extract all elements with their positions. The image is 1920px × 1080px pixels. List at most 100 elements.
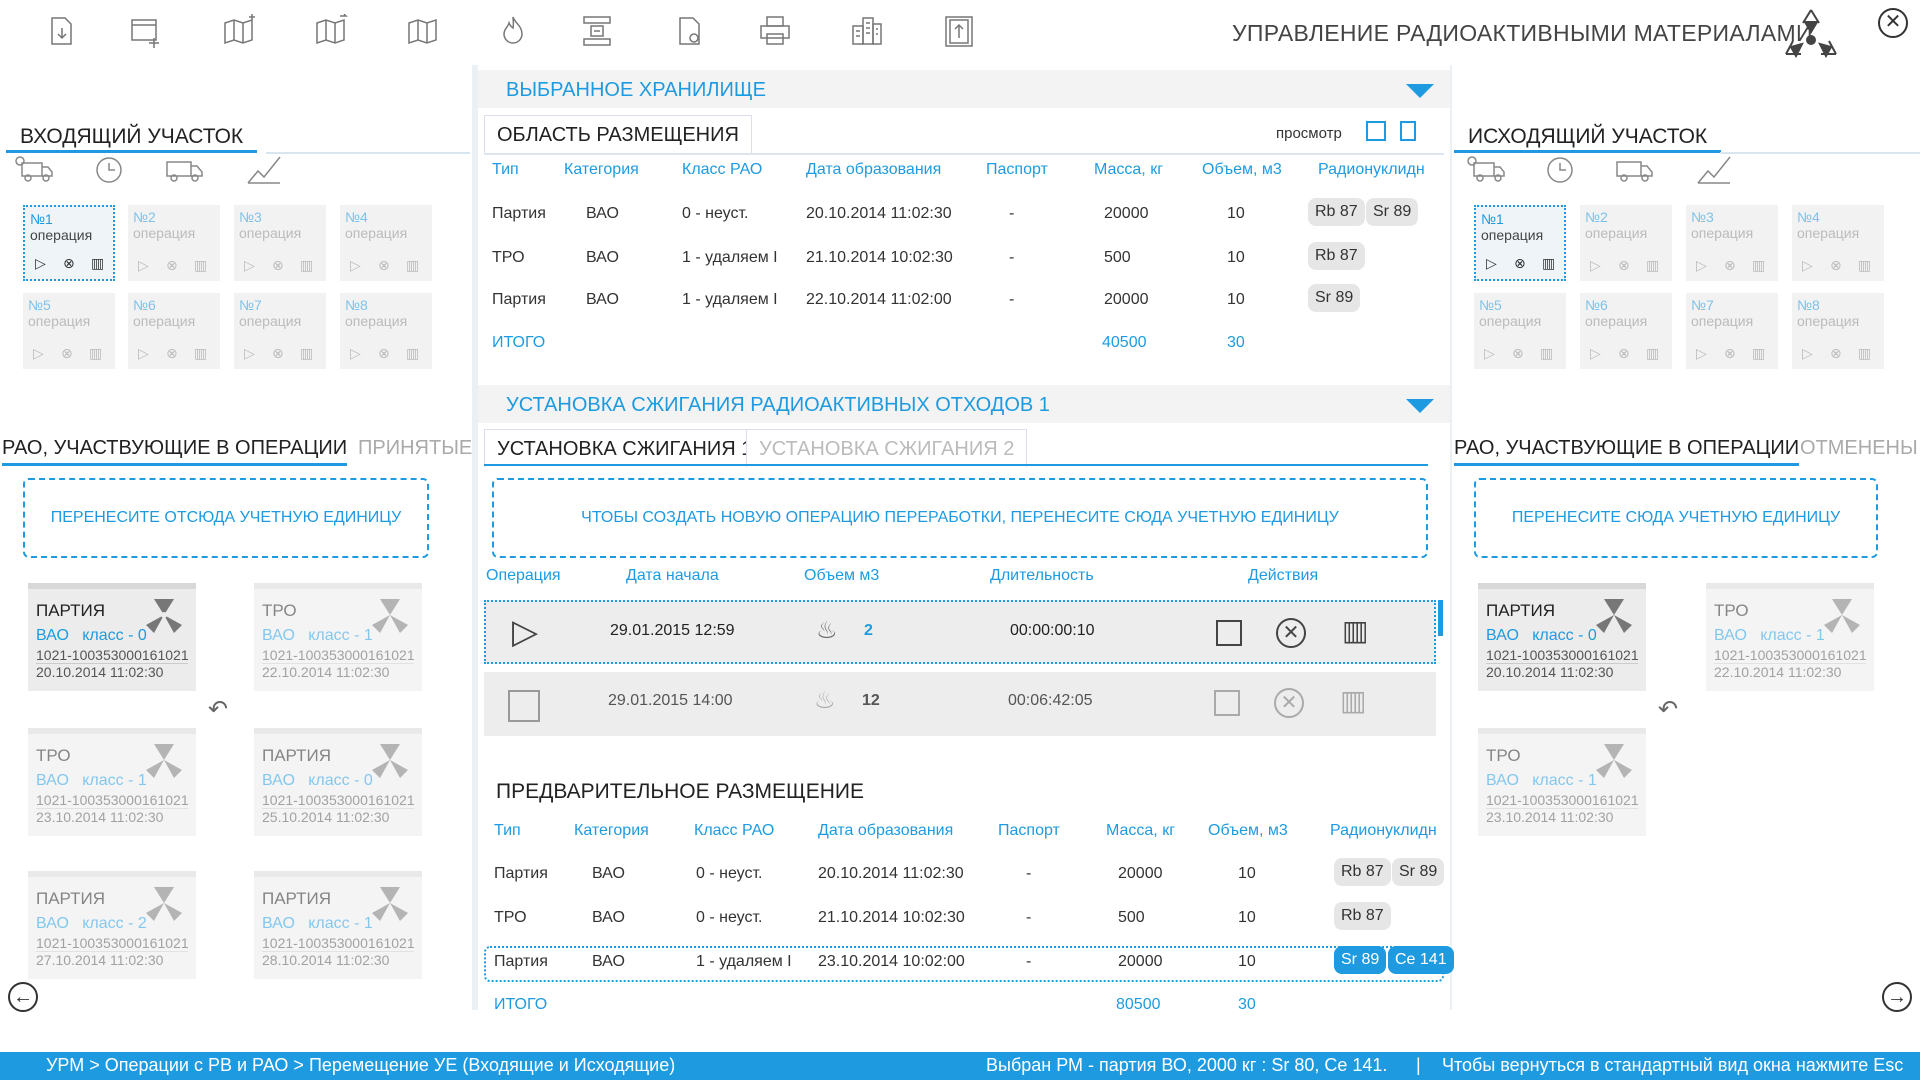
collapse-triangle-icon[interactable] — [1406, 399, 1434, 413]
col-class[interactable]: Класс РАО — [694, 822, 774, 840]
incoming-unit-card[interactable]: ПАРТИЯ ВАО класс - 0 1021-10035300016102… — [254, 728, 422, 836]
incoming-operation-card-3[interactable]: №3 операция ▷ ⊗ ▥ — [234, 205, 326, 281]
col-date[interactable]: Дата образования — [818, 822, 953, 840]
map-icon[interactable] — [406, 14, 440, 48]
cancel-icon[interactable]: ✕ — [1276, 618, 1306, 648]
trash-icon[interactable]: ▥ — [89, 345, 102, 362]
window-add-icon[interactable] — [128, 14, 162, 48]
play-icon[interactable]: ▷ — [33, 345, 44, 362]
cancel-icon[interactable]: ⊗ — [166, 257, 178, 274]
stop-icon[interactable] — [508, 690, 540, 722]
flame-icon[interactable] — [496, 14, 530, 48]
truck-settings-icon[interactable] — [1466, 155, 1506, 185]
play-icon[interactable]: ▷ — [1696, 257, 1707, 274]
incoming-unit-card[interactable]: ПАРТИЯ ВАО класс - 2 1021-10035300016102… — [28, 871, 196, 979]
press-icon[interactable] — [580, 14, 614, 48]
play-icon[interactable]: ▷ — [512, 612, 538, 652]
close-button[interactable]: ✕ — [1878, 8, 1908, 38]
tab-accepted[interactable]: ПРИНЯТЫЕ — [358, 437, 472, 460]
tab-cancelled[interactable]: ОТМЕНЕНЫ — [1800, 437, 1918, 460]
clock-icon[interactable] — [89, 155, 129, 185]
cancel-icon[interactable]: ⊗ — [166, 345, 178, 362]
new-operation-drop-zone[interactable]: ЧТОБЫ СОЗДАТЬ НОВУЮ ОПЕРАЦИЮ ПЕРЕРАБОТКИ… — [492, 478, 1428, 558]
outgoing-unit-card[interactable]: ТРО ВАО класс - 1 1021-100353000161021 2… — [1478, 728, 1646, 836]
trash-icon[interactable]: ▥ — [1646, 257, 1659, 274]
col-duration[interactable]: Длительность — [990, 567, 1094, 585]
incoming-operation-card-8[interactable]: №8 операция ▷ ⊗ ▥ — [340, 293, 432, 369]
col-mass[interactable]: Масса, кг — [1094, 161, 1163, 179]
nuclide-badge[interactable]: Sr 89 — [1366, 198, 1419, 226]
tab-participating-rao[interactable]: РАО, УЧАСТВУЮЩИЕ В ОПЕРАЦИИ — [1454, 437, 1800, 466]
nuclide-badge[interactable]: Rb 87 — [1334, 902, 1391, 930]
incoming-unit-card[interactable]: ПАРТИЯ ВАО класс - 0 1021-10035300016102… — [28, 583, 196, 691]
trash-icon[interactable]: ▥ — [194, 345, 207, 362]
trash-icon[interactable]: ▥ — [1540, 345, 1553, 362]
col-volume-m3[interactable]: Объем м3 — [804, 567, 879, 585]
outgoing-operation-card-1[interactable]: №1 операция ▷ ⊗ ▥ — [1474, 205, 1566, 281]
document-download-icon[interactable] — [44, 14, 78, 48]
trash-icon[interactable]: ▥ — [1752, 345, 1765, 362]
clock-icon[interactable] — [1540, 155, 1580, 185]
incoming-drop-zone[interactable]: ПЕРЕНЕСИТЕ ОТСЮДА УЧЕТНУЮ ЕДИНИЦУ — [23, 478, 429, 558]
play-icon[interactable]: ▷ — [244, 257, 255, 274]
tab-incinerator-1[interactable]: УСТАНОВКА СЖИГАНИЯ 1 — [484, 429, 766, 467]
arrow-left-icon[interactable]: ← — [8, 982, 38, 1012]
incoming-operation-card-4[interactable]: №4 операция ▷ ⊗ ▥ — [340, 205, 432, 281]
col-passport[interactable]: Паспорт — [986, 161, 1048, 179]
trash-icon[interactable]: ▥ — [1858, 257, 1871, 274]
trash-icon[interactable]: ▥ — [1340, 684, 1366, 717]
truck-icon[interactable] — [164, 155, 204, 185]
play-icon[interactable]: ▷ — [1484, 345, 1495, 362]
cancel-icon[interactable]: ⊗ — [1830, 345, 1842, 362]
cancel-icon[interactable]: ⊗ — [1618, 345, 1630, 362]
play-icon[interactable]: ▷ — [244, 345, 255, 362]
play-icon[interactable]: ▷ — [35, 255, 46, 272]
col-radionuclide[interactable]: Радионуклидн — [1318, 161, 1425, 179]
breadcrumb[interactable]: УРМ > Операции с РВ и РАО > Перемещение … — [46, 1055, 675, 1076]
nuclide-badge[interactable]: Rb 87 — [1334, 858, 1391, 886]
incoming-operation-card-7[interactable]: №7 операция ▷ ⊗ ▥ — [234, 293, 326, 369]
printer-icon[interactable] — [758, 14, 792, 48]
col-passport[interactable]: Паспорт — [998, 822, 1060, 840]
list-view-icon[interactable] — [1400, 121, 1416, 141]
play-icon[interactable]: ▷ — [1696, 345, 1707, 362]
incoming-operation-card-1[interactable]: №1 операция ▷ ⊗ ▥ — [23, 205, 115, 281]
trash-icon[interactable]: ▥ — [1542, 255, 1555, 272]
undo-icon[interactable]: ↶ — [1658, 695, 1678, 724]
outgoing-unit-card[interactable]: ТРО ВАО класс - 1 1021-100353000161021 2… — [1706, 583, 1874, 691]
col-category[interactable]: Категория — [574, 822, 649, 840]
map-swap-icon[interactable] — [314, 13, 348, 48]
incoming-operation-card-6[interactable]: №6 операция ▷ ⊗ ▥ — [128, 293, 220, 369]
tab-participating-rao[interactable]: РАО, УЧАСТВУЮЩИЕ В ОПЕРАЦИИ — [2, 437, 348, 466]
nuclide-badge[interactable]: Rb 87 — [1308, 242, 1365, 270]
trash-icon[interactable]: ▥ — [194, 257, 207, 274]
col-actions[interactable]: Действия — [1248, 567, 1318, 585]
trash-icon[interactable]: ▥ — [1858, 345, 1871, 362]
play-icon[interactable]: ▷ — [1802, 345, 1813, 362]
col-date[interactable]: Дата образования — [806, 161, 941, 179]
document-settings-icon[interactable] — [672, 14, 706, 48]
window-add-icon[interactable] — [1216, 620, 1242, 646]
collapse-triangle-icon[interactable] — [1406, 84, 1434, 98]
upload-panel-icon[interactable] — [942, 14, 976, 48]
incoming-operation-card-5[interactable]: №5 операция ▷ ⊗ ▥ — [23, 293, 115, 369]
incinerator-header[interactable]: УСТАНОВКА СЖИГАНИЯ РАДИОАКТИВНЫХ ОТХОДОВ… — [478, 385, 1450, 423]
operation-row[interactable]: ▷ 29.01.2015 12:59 ♨ 2 00:00:00:10 ✕ ▥ — [484, 600, 1436, 664]
trash-icon[interactable]: ▥ — [300, 257, 313, 274]
outgoing-panel-title[interactable]: ИСХОДЯЩИЙ УЧАСТОК — [1454, 115, 1722, 153]
outgoing-operation-card-7[interactable]: №7 операция ▷ ⊗ ▥ — [1686, 293, 1778, 369]
play-icon[interactable]: ▷ — [1802, 257, 1813, 274]
trash-icon[interactable]: ▥ — [406, 257, 419, 274]
incoming-operation-card-2[interactable]: №2 операция ▷ ⊗ ▥ — [128, 205, 220, 281]
col-mass[interactable]: Масса, кг — [1106, 822, 1175, 840]
incoming-unit-card[interactable]: ТРО ВАО класс - 1 1021-100353000161021 2… — [254, 583, 422, 691]
outgoing-operation-card-6[interactable]: №6 операция ▷ ⊗ ▥ — [1580, 293, 1672, 369]
arrow-right-icon[interactable]: → — [1882, 982, 1912, 1012]
building-icon[interactable] — [850, 14, 884, 48]
play-icon[interactable]: ▷ — [350, 257, 361, 274]
cancel-icon[interactable]: ⊗ — [378, 257, 390, 274]
play-icon[interactable]: ▷ — [1486, 255, 1497, 272]
nuclide-badge[interactable]: Sr 89 — [1392, 858, 1445, 886]
col-type[interactable]: Тип — [494, 822, 521, 840]
cancel-icon[interactable]: ⊗ — [1724, 257, 1736, 274]
